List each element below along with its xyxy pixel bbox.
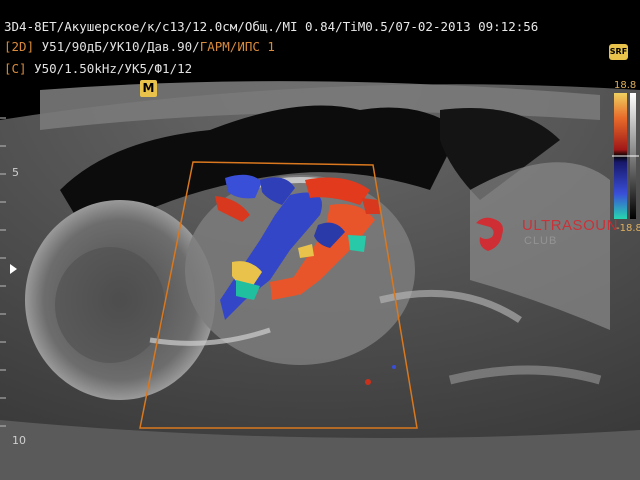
watermark-line1: ULTRASOUN — [522, 217, 618, 234]
srf-badge[interactable]: SRF — [609, 44, 628, 60]
mode-2d-params: У51/90дБ/УК10/Дав.90/ — [41, 39, 200, 54]
color-scale-top-value: 18.8 — [614, 80, 637, 91]
mode-2d-tag: [2D] — [4, 39, 35, 54]
mode-2d-harmonic: ГАРМ/ИПС 1 — [199, 39, 275, 54]
color-velocity-scale — [612, 93, 639, 219]
focus-marker-icon[interactable] — [10, 264, 17, 274]
mode-c-tag: [C] — [4, 61, 27, 76]
header-2d-mode: [2D] У51/90дБ/УК10/Дав.90/ГАРМ/ИПС 1 — [4, 39, 275, 55]
watermark-line2: CLUB — [524, 235, 558, 247]
ultrasound-screen: 3D4-8ET/Акушерское/к/c13/12.0см/Общ./MI … — [0, 0, 640, 480]
m-marker-badge[interactable]: M — [140, 80, 157, 97]
ultrasound-club-watermark: ULTRASOUN CLUB — [472, 213, 622, 259]
header-main-line: 3D4-8ET/Акушерское/к/c13/12.0см/Общ./MI … — [4, 19, 539, 34]
depth-label-10: 10 — [12, 434, 26, 447]
depth-label-5: 5 — [12, 166, 19, 179]
mode-c-params: У50/1.50kHz/УК5/Ф1/12 — [34, 61, 193, 76]
header-c-mode: [C] У50/1.50kHz/УК5/Ф1/12 — [4, 61, 192, 77]
